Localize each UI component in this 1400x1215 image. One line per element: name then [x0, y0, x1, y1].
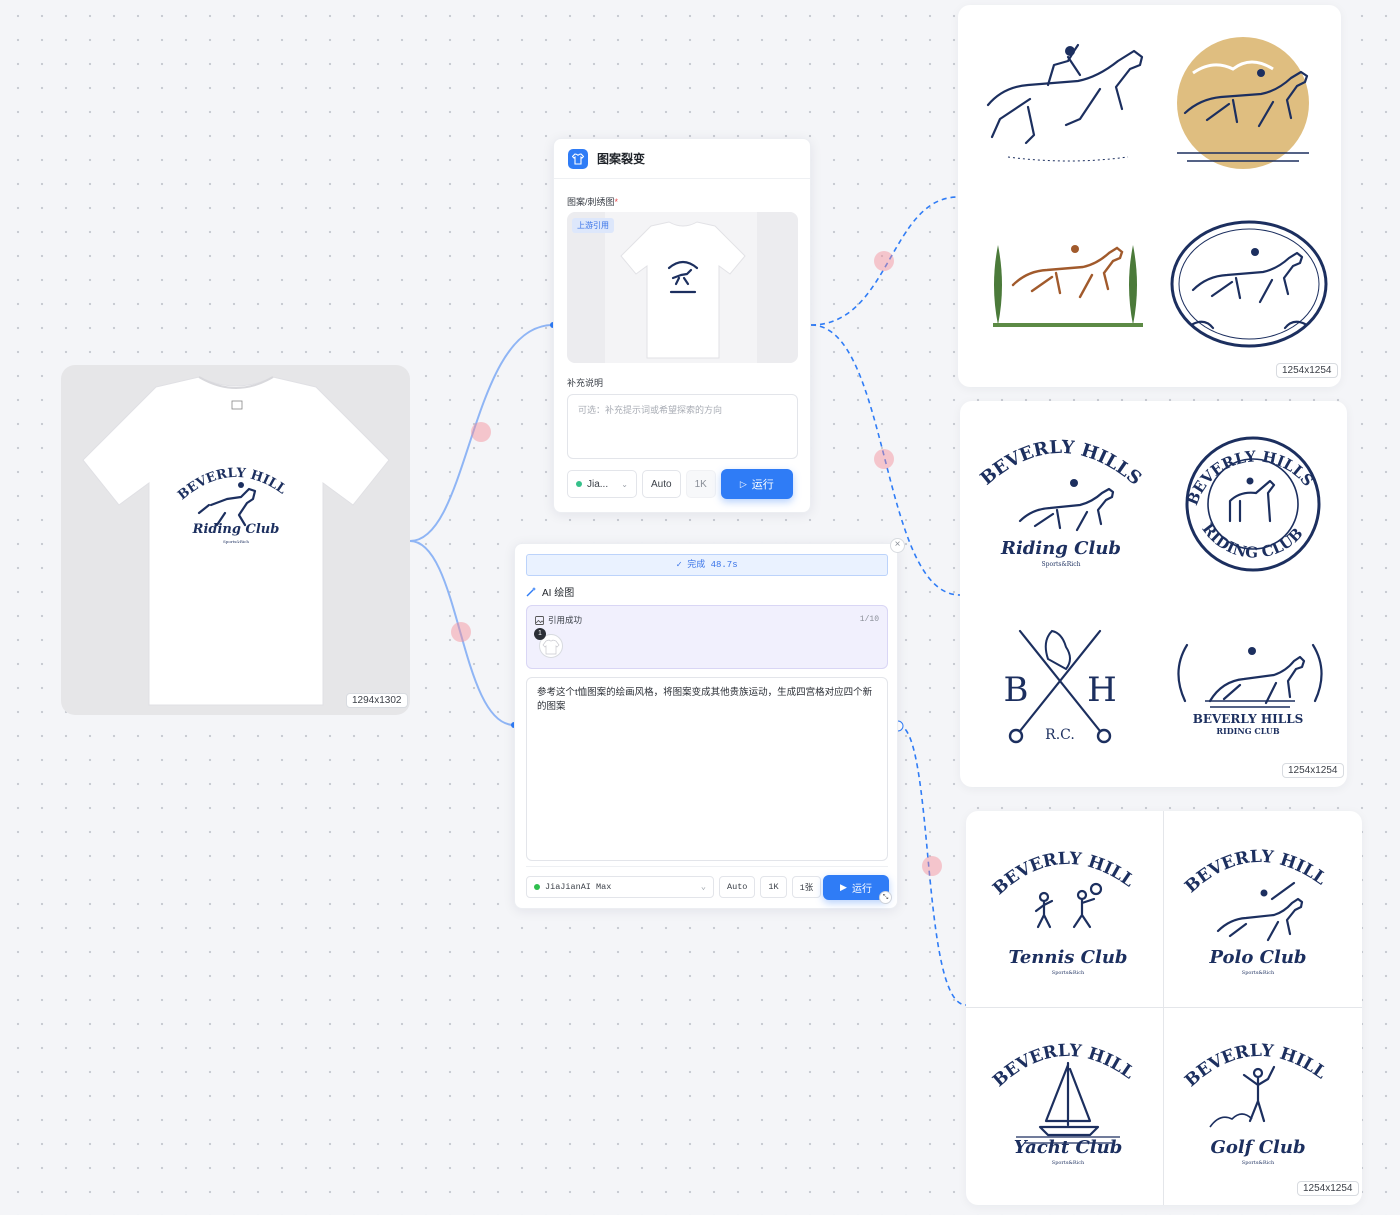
- connector-dot: [874, 449, 894, 469]
- horse-trees-tile: [993, 245, 1143, 327]
- notes-label: 补充说明: [567, 378, 604, 388]
- field-label: 图案/刺绣图*: [567, 195, 618, 208]
- status-bar: ✓ 完成 48.7s: [526, 554, 888, 576]
- golf-small: Sports&Rich: [1242, 1160, 1275, 1166]
- edge-source-to-ai: [409, 540, 515, 726]
- edge-ai-to-output3: [897, 724, 967, 1006]
- ai-drawing-node[interactable]: ✓ 完成 48.7s × AI 绘图 引用成功 1/10 1 参考这个t恤图案的…: [514, 538, 905, 909]
- output-grid-3-image: BEVERLY HILLS Tennis Club Sports&Rich BE…: [966, 811, 1330, 1166]
- model-select[interactable]: JiaJianAI Max ⌄: [526, 876, 714, 898]
- tennis-small: Sports&Rich: [1052, 970, 1085, 976]
- ref-status: 引用成功: [535, 614, 582, 626]
- tshirt-icon: [568, 148, 588, 169]
- ratio-select[interactable]: Auto: [719, 876, 756, 898]
- node-controls: Jia... ⌄ Auto 1K ▷ 运行: [567, 469, 793, 499]
- tennis-arc-text: BEVERLY HILLS: [966, 811, 1138, 899]
- model-label: Jia...: [587, 478, 609, 490]
- svg-text:BEVERLY HILLS: BEVERLY HILLS: [977, 437, 1146, 490]
- tennis-script: Tennis Club: [1008, 947, 1127, 968]
- source-image-card[interactable]: BEVERLY HILLS Riding Club Sports&Rich 12…: [61, 365, 410, 715]
- yacht-script: Yacht Club: [1014, 1137, 1123, 1158]
- chevron-down-icon: ⌄: [700, 882, 706, 892]
- count-select[interactable]: 1张: [791, 876, 822, 898]
- pattern-fission-node[interactable]: 图案裂变 图案/刺绣图* 上游引用 补充说明 可选：补充提示词或希望探索的方向 …: [553, 138, 811, 513]
- horse-oval-tile: [1170, 220, 1328, 348]
- ref-count: 1/10: [859, 615, 879, 624]
- grid-divider: [966, 1007, 1362, 1008]
- monogram-h: H: [1087, 670, 1117, 710]
- chevron-down-icon: ⌄: [621, 479, 628, 489]
- divider: [526, 866, 888, 867]
- connector-dot: [874, 251, 894, 271]
- shirt-script-text: Riding Club: [192, 522, 280, 537]
- prompt-textarea[interactable]: 参考这个t恤图案的绘画风格，将图案变成其他贵族运动，生成四宫格对应四个新的图案: [526, 677, 888, 861]
- svg-text:BEVERLY HILLS: BEVERLY HILLS: [966, 811, 1138, 899]
- script-text: Riding Club: [1000, 538, 1121, 559]
- required-mark: *: [614, 197, 619, 207]
- brand-sub: RIDING CLUB: [1216, 726, 1280, 736]
- yacht-small: Sports&Rich: [1052, 1160, 1085, 1166]
- tennis-figures: [1034, 882, 1103, 929]
- edge-pattern-to-output1: [810, 196, 959, 326]
- model-select[interactable]: Jia... ⌄: [567, 470, 637, 498]
- run-button[interactable]: ▷ 运行: [720, 469, 793, 499]
- status-dot: [576, 481, 582, 487]
- size-badge: 1254x1254: [1282, 763, 1344, 778]
- tshirt-thumbnail: [620, 221, 746, 359]
- node-title: 图案裂变: [597, 152, 646, 166]
- small-text: Sports&Rich: [1042, 561, 1081, 568]
- reference-box[interactable]: 引用成功 1/10 1: [526, 605, 888, 669]
- edge-source-to-pattern: [409, 324, 554, 542]
- output-grid-1[interactable]: 1254x1254: [958, 5, 1341, 387]
- resize-icon[interactable]: ⤡: [879, 891, 892, 904]
- play-icon: ▶: [840, 882, 847, 892]
- magic-wand-icon: [526, 587, 536, 597]
- close-icon[interactable]: ×: [890, 538, 905, 553]
- arc-text: BEVERLY HILLS: [977, 437, 1146, 490]
- run-label: 运行: [751, 479, 774, 491]
- polo-small: Sports&Rich: [1242, 970, 1275, 976]
- resolution-select[interactable]: 1K: [760, 876, 787, 898]
- size-badge: 1254x1254: [1276, 363, 1338, 378]
- run-label: 运行: [851, 884, 872, 895]
- output-grid-1-image: [986, 37, 1328, 348]
- svg-text:RIDING CLUB: RIDING CLUB: [1198, 520, 1306, 562]
- notes-textarea[interactable]: 可选：补充提示词或希望探索的方向: [567, 394, 798, 459]
- shirt-small-text: Sports&Rich: [223, 539, 249, 544]
- ratio-select[interactable]: Auto: [642, 470, 681, 498]
- horse-sketch-tile: [986, 43, 1144, 162]
- output-grid-3[interactable]: BEVERLY HILLS Tennis Club Sports&Rich BE…: [966, 811, 1362, 1205]
- output-grid-2-image: BEVERLY HILLS Riding Club Sports&Rich BE…: [977, 436, 1323, 744]
- connector-dot: [451, 622, 471, 642]
- model-label: JiaJianAI Max: [545, 882, 612, 892]
- ring-bottom-text: RIDING CLUB: [1198, 520, 1306, 562]
- monogram-rc: R.C.: [1045, 727, 1075, 743]
- node-header: 图案裂变: [554, 139, 810, 179]
- polo-script: Polo Club: [1208, 947, 1306, 968]
- ref-status-label: 引用成功: [548, 615, 583, 625]
- image-icon: [535, 615, 544, 625]
- node-title-row: AI 绘图: [526, 584, 574, 599]
- size-badge: 1294x1302: [346, 693, 408, 708]
- golfer-figure: [1242, 1065, 1276, 1123]
- connector-dot: [922, 856, 942, 876]
- brand-name: BEVERLY HILLS: [1193, 712, 1304, 726]
- upstream-image-preview[interactable]: 上游引用: [567, 212, 798, 363]
- node-title: AI 绘图: [542, 588, 575, 599]
- tshirt-image: BEVERLY HILLS Riding Club Sports&Rich: [61, 365, 390, 706]
- grid-divider: [1163, 811, 1164, 1205]
- golf-script: Golf Club: [1210, 1137, 1305, 1158]
- monogram-b: B: [1004, 670, 1029, 710]
- resolution-select[interactable]: 1K: [685, 470, 716, 498]
- upstream-ref-tag: 上游引用: [572, 218, 614, 233]
- field-label-text: 图案/刺绣图: [567, 197, 615, 207]
- size-badge: 1254x1254: [1297, 1181, 1359, 1196]
- status-dot: [534, 884, 540, 890]
- horse-sun-tile: [1177, 37, 1309, 169]
- output-grid-2[interactable]: BEVERLY HILLS Riding Club Sports&Rich BE…: [960, 401, 1347, 787]
- ai-controls: JiaJianAI Max ⌄ Auto 1K 1张: [526, 876, 822, 898]
- ref-index-badge: 1: [534, 628, 546, 640]
- connector-dot: [471, 422, 491, 442]
- play-icon: ▷: [739, 478, 747, 489]
